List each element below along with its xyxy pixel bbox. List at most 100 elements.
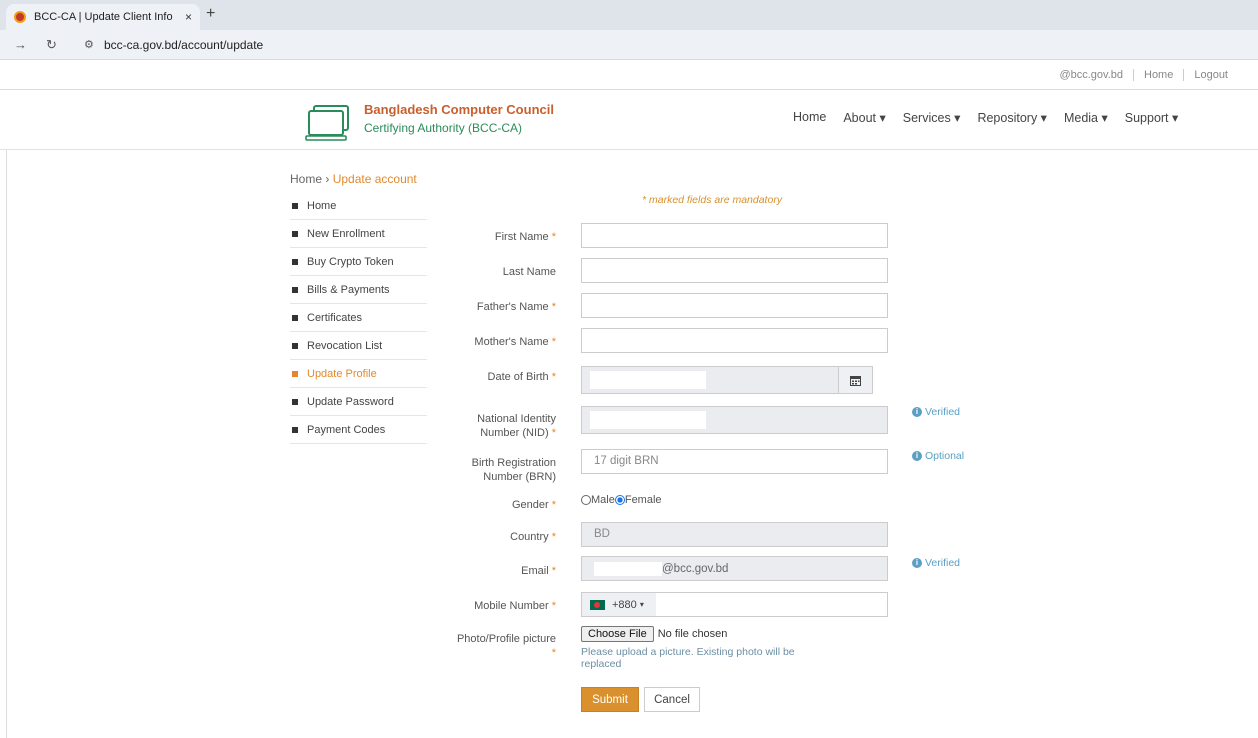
gender-female-label[interactable]: Female [625, 494, 662, 506]
new-tab-button[interactable]: + [206, 5, 215, 23]
close-tab-icon[interactable]: × [185, 10, 192, 24]
submit-button[interactable]: Submit [581, 687, 639, 712]
tab-title: BCC-CA | Update Client Info [34, 11, 173, 23]
caret-down-icon: ▾ [639, 600, 644, 609]
gender-male-radio[interactable] [581, 495, 591, 505]
last-name-label: Last Name [436, 265, 556, 279]
redacted-value [590, 371, 706, 389]
top-home-link[interactable]: Home [1144, 69, 1173, 81]
sidebar-item-buy-crypto-token[interactable]: Buy Crypto Token [290, 248, 427, 276]
address-bar: → ↻ ⚙ bcc-ca.gov.bd/account/update [0, 30, 1258, 60]
brn-input[interactable]: 17 digit BRN [581, 449, 888, 474]
sidebar-item-certificates[interactable]: Certificates [290, 304, 427, 332]
bullet-icon [292, 370, 298, 377]
reload-icon[interactable]: ↻ [46, 37, 57, 53]
bullet-icon [292, 258, 298, 265]
computer-logo-icon[interactable] [304, 104, 352, 142]
label-text: First Name [494, 231, 549, 243]
required-star: * [551, 565, 556, 577]
mother-name-input[interactable] [581, 328, 888, 353]
url-field[interactable]: bcc-ca.gov.bd/account/update [104, 38, 263, 52]
required-star: * [551, 647, 556, 659]
site-settings-icon[interactable]: ⚙ [84, 38, 94, 51]
sidebar-item-revocation-list[interactable]: Revocation List [290, 332, 427, 360]
sidebar-item-label: Buy Crypto Token [307, 255, 394, 268]
father-name-input[interactable] [581, 293, 888, 318]
nav-support[interactable]: Support ▾ [1125, 110, 1179, 125]
breadcrumb-home[interactable]: Home [290, 172, 322, 186]
mobile-number-input[interactable]: +880 ▾ [581, 592, 888, 617]
required-star: * [551, 600, 556, 612]
dial-code: +880 [612, 598, 637, 611]
calendar-button[interactable] [838, 366, 873, 394]
choose-file-button[interactable]: Choose File [581, 626, 654, 642]
photo-hint: Please upload a picture. Existing photo … [581, 646, 795, 670]
redacted-value [590, 411, 706, 429]
first-name-label: First Name * [436, 230, 556, 244]
sidebar-item-label: Update Password [307, 395, 394, 408]
label-text: Date of Birth [487, 371, 549, 383]
sidebar-item-label: Update Profile [307, 367, 377, 380]
breadcrumb: Home › Update account [290, 172, 417, 186]
nav-media[interactable]: Media ▾ [1064, 110, 1108, 125]
sidebar-item-label: Bills & Payments [307, 283, 390, 296]
brn-label: Birth Registration Number (BRN) [436, 456, 556, 484]
nav-services[interactable]: Services ▾ [903, 110, 961, 125]
sidebar-item-bills-payments[interactable]: Bills & Payments [290, 276, 427, 304]
country-label: Country * [436, 530, 556, 544]
gender-female-radio[interactable] [614, 495, 625, 505]
sidebar-item-home[interactable]: Home [290, 192, 427, 220]
nav-about[interactable]: About ▾ [843, 110, 885, 125]
divider [1133, 69, 1134, 81]
gender-label: Gender * [436, 498, 556, 512]
sidebar-item-update-profile[interactable]: Update Profile [290, 360, 427, 388]
nid-verified-note: i Verified [912, 406, 960, 418]
logout-link[interactable]: Logout [1194, 69, 1228, 81]
bullet-icon [292, 398, 298, 405]
sidebar-item-update-password[interactable]: Update Password [290, 388, 427, 416]
breadcrumb-separator: › [325, 172, 330, 186]
required-star: * [551, 499, 556, 511]
bullet-icon [292, 426, 298, 433]
gender-radio-group: Male Female [581, 494, 662, 506]
sidebar: Home New Enrollment Buy Crypto Token Bil… [290, 192, 427, 444]
info-icon: i [912, 558, 922, 568]
label-text: Country [510, 531, 549, 543]
country-code-select[interactable]: +880 ▾ [582, 593, 656, 616]
nav-repository[interactable]: Repository ▾ [977, 110, 1047, 125]
browser-tab[interactable]: BCC-CA | Update Client Info × [6, 4, 200, 30]
required-star: * [551, 301, 556, 313]
country-value: BD [594, 528, 610, 540]
label-text: Mother's Name [474, 336, 549, 348]
forward-arrow-icon[interactable]: → [14, 37, 27, 52]
divider [1183, 69, 1185, 81]
top-utility-bar: @bcc.gov.bd Home Logout [0, 60, 1258, 90]
note-text: Verified [925, 406, 961, 418]
brand-name[interactable]: Bangladesh Computer Council [364, 102, 554, 117]
site-header: Bangladesh Computer Council Certifying A… [0, 90, 1258, 150]
site-favicon-icon [14, 11, 26, 23]
sidebar-item-new-enrollment[interactable]: New Enrollment [290, 220, 427, 248]
sidebar-item-payment-codes[interactable]: Payment Codes [290, 416, 427, 444]
bangladesh-flag-icon [590, 599, 605, 610]
gender-male-label[interactable]: Male [591, 494, 615, 506]
label-text: Birth Registration [471, 457, 556, 469]
redacted-value [594, 562, 662, 576]
last-name-input[interactable] [581, 258, 888, 283]
sidebar-item-label: Revocation List [307, 339, 383, 352]
label-text: Number (BRN) [483, 471, 556, 483]
note-text: Verified [925, 557, 961, 569]
main-navigation: Home About ▾ Services ▾ Repository ▾ Med… [793, 110, 1195, 125]
mandatory-note: * marked fields are mandatory [642, 194, 783, 206]
first-name-input[interactable] [581, 223, 888, 248]
brn-optional-note: i Optional [912, 450, 964, 462]
label-text: Gender [511, 499, 549, 511]
mobile-label: Mobile Number * [436, 599, 556, 613]
email-label: Email * [436, 564, 556, 578]
user-email-link[interactable]: @bcc.gov.bd [1059, 69, 1123, 81]
calendar-icon [850, 375, 861, 386]
required-star: * [551, 371, 556, 383]
nav-home[interactable]: Home [793, 110, 826, 125]
cancel-button[interactable]: Cancel [644, 687, 700, 712]
father-name-label: Father's Name * [436, 300, 556, 314]
